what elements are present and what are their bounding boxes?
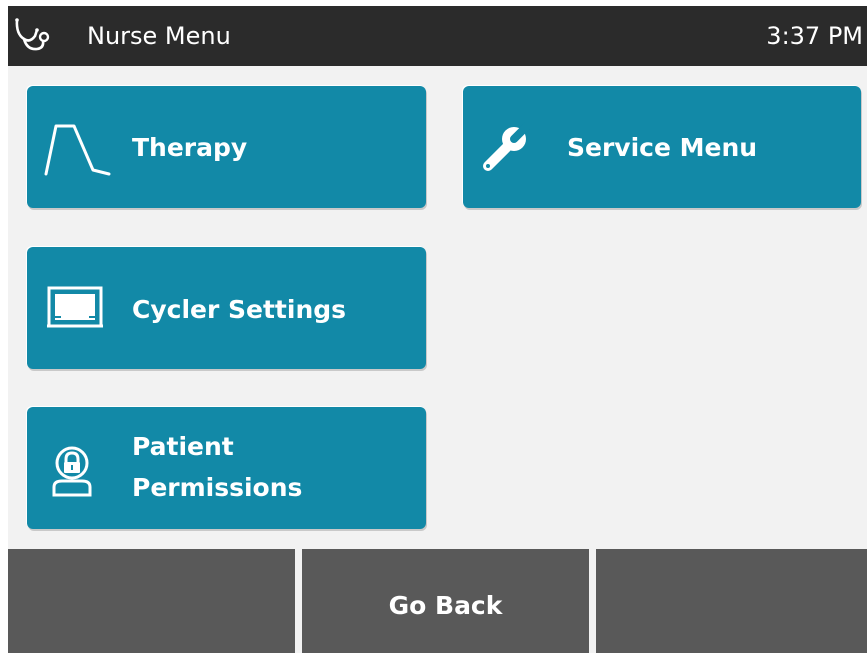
cycler-settings-label: Cycler Settings xyxy=(132,295,347,324)
footer-bar: Go Back xyxy=(8,549,867,653)
stethoscope-icon xyxy=(15,18,50,51)
go-back-button[interactable]: Go Back xyxy=(302,549,589,653)
page-title: Nurse Menu xyxy=(87,22,231,50)
therapy-curve-icon xyxy=(44,124,111,176)
patient-permissions-label-line1: Patient xyxy=(132,432,234,461)
go-back-label: Go Back xyxy=(388,591,503,620)
footer-right-button xyxy=(596,549,867,653)
therapy-label: Therapy xyxy=(132,133,248,162)
service-menu-button[interactable]: Service Menu xyxy=(463,86,861,208)
therapy-button[interactable]: Therapy xyxy=(27,86,426,208)
clock-time: 3:37 PM xyxy=(766,22,863,50)
patient-lock-icon xyxy=(52,446,92,497)
nurse-menu-screen: Nurse Menu 3:37 PM Therapy Service Menu … xyxy=(8,6,867,653)
cycler-settings-button[interactable]: Cycler Settings xyxy=(27,247,426,369)
cycler-device-icon xyxy=(47,286,103,328)
patient-permissions-label-line2: Permissions xyxy=(132,473,303,502)
service-menu-label: Service Menu xyxy=(567,133,758,162)
footer-left-button xyxy=(8,549,295,653)
wrench-icon xyxy=(483,122,530,171)
patient-permissions-button[interactable]: Patient Permissions xyxy=(27,407,426,529)
header-bar: Nurse Menu 3:37 PM xyxy=(8,6,867,66)
